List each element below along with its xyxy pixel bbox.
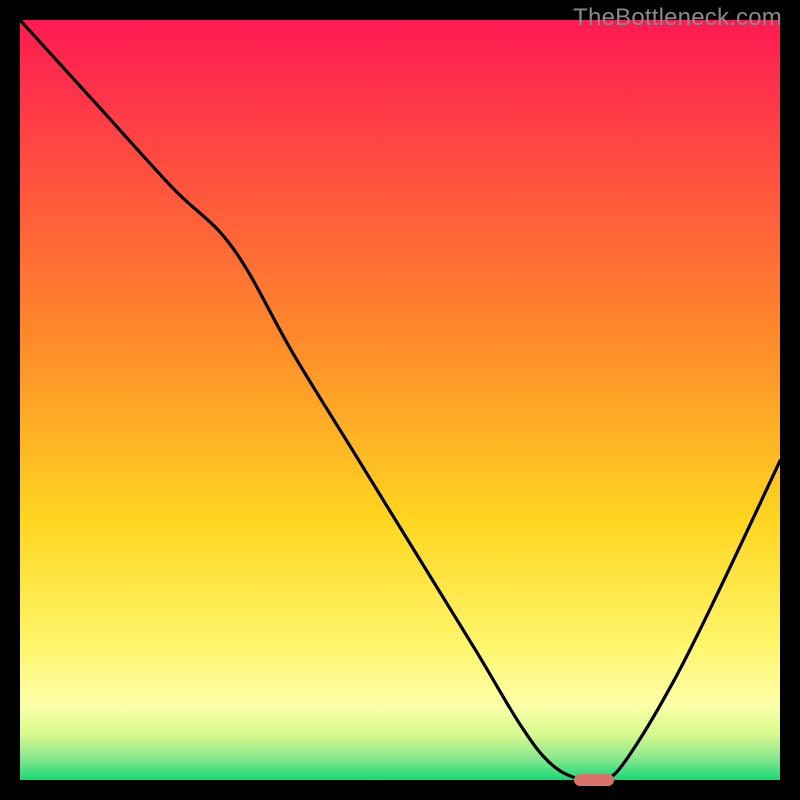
watermark-text: TheBottleneck.com bbox=[573, 4, 782, 32]
chart-frame: TheBottleneck.com bbox=[0, 0, 800, 800]
bottleneck-curve bbox=[20, 20, 780, 780]
optimal-marker bbox=[574, 774, 614, 786]
plot-area bbox=[20, 20, 780, 780]
